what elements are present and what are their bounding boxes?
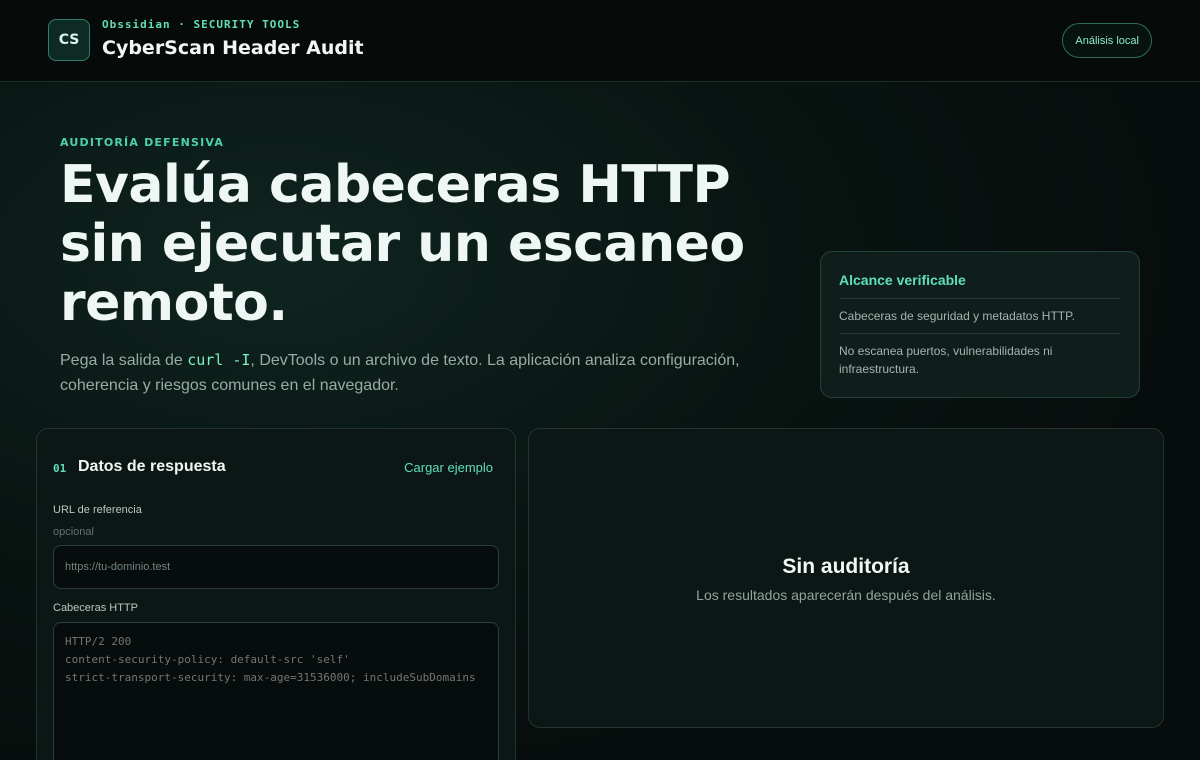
results-panel: Sin auditoría Los resultados aparecerán … <box>528 428 1164 728</box>
headers-label: Cabeceras HTTP <box>53 602 138 614</box>
curl-command: curl -I <box>187 351 251 369</box>
scope-title: Alcance verificable <box>839 272 966 288</box>
step-number: 01 <box>53 462 67 475</box>
local-analysis-badge: Análisis local <box>1062 23 1152 58</box>
scope-item: No escanea puertos, vulnerabilidades ni … <box>839 333 1121 386</box>
load-example-button[interactable]: Cargar ejemplo <box>404 460 493 475</box>
empty-state-title: Sin auditoría <box>782 555 910 578</box>
hero-headline: Evalúa cabeceras HTTP sin ejecutar un es… <box>60 155 745 333</box>
top-bar: CS Obssidian · SECURITY TOOLS CyberScan … <box>0 0 1200 82</box>
brand-subtitle: Obssidian · SECURITY TOOLS <box>102 18 301 31</box>
url-optional-hint: opcional <box>53 526 94 538</box>
panel-title: Datos de respuesta <box>78 458 226 475</box>
response-data-panel: 01 Datos de respuesta Cargar ejemplo URL… <box>36 428 516 760</box>
empty-state-subtitle: Los resultados aparecerán después del an… <box>696 587 996 603</box>
scope-item: Cabeceras de seguridad y metadatos HTTP. <box>839 298 1121 333</box>
hero-description: Pega la salida de curl -I, DevTools o un… <box>60 348 750 398</box>
app-title: CyberScan Header Audit <box>102 37 364 59</box>
app-logo: CS <box>48 19 90 61</box>
scope-card: Alcance verificable Cabeceras de segurid… <box>820 251 1140 398</box>
hero-eyebrow: AUDITORÍA DEFENSIVA <box>60 136 225 149</box>
url-label: URL de referencia <box>53 504 142 516</box>
headers-textarea[interactable] <box>53 622 499 760</box>
url-input[interactable] <box>53 545 499 589</box>
lede-text-start: Pega la salida de <box>60 352 188 369</box>
